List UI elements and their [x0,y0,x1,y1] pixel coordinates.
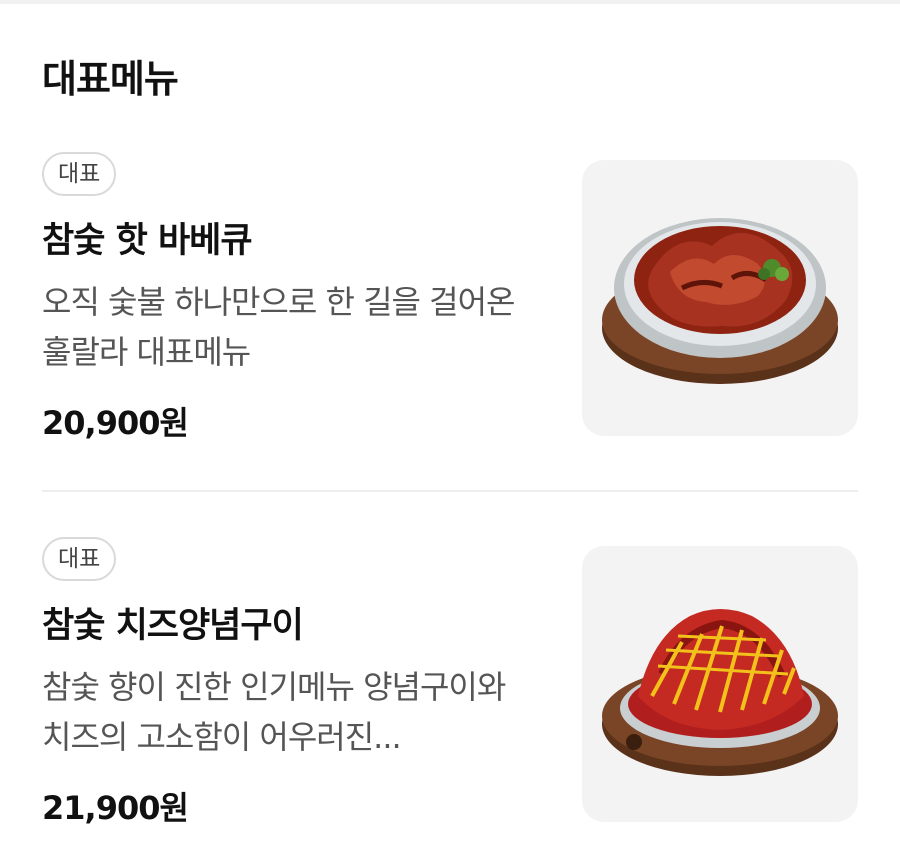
representative-badge: 대표 [42,152,117,196]
menu-item-description-text: 참숯 향이 진한 인기메뉴 양념구이와 치즈의 고소함이 어우러진... [42,668,506,756]
cheese-yangnyeom-dish-illustration [602,609,838,776]
menu-item-description: 참숯 향이 진한 인기메뉴 양념구이와 치즈의 고소함이 어우러진... [42,662,542,762]
menu-item-description: 오직 숯불 하나만으로 한 길을 걸어온 훌랄라 대표메뉴 [42,277,542,377]
item-divider [42,490,858,492]
menu-item-description-text: 오직 숯불 하나만으로 한 길을 걸어온 훌랄라 대표메뉴 [42,283,515,371]
menu-item-price: 20,900원 [42,404,189,442]
section-title: 대표메뉴 [42,57,179,101]
menu-item-price: 21,900원 [42,789,189,827]
top-divider [0,0,900,4]
menu-item-name: 참숯 핫 바베큐 [42,221,253,261]
bbq-dish-illustration [602,218,838,384]
bbq-dish-image[interactable] [582,160,858,436]
representative-badge: 대표 [42,537,117,581]
cheese-yangnyeom-dish-image[interactable] [582,546,858,822]
menu-item-name: 참숯 치즈양념구이 [42,606,304,646]
